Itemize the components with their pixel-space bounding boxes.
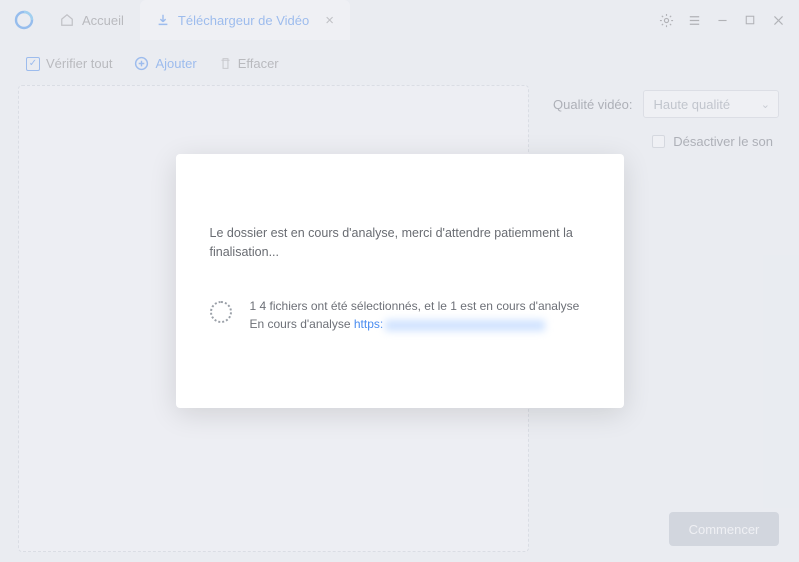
spinner-icon — [210, 301, 232, 323]
modal-overlay: Le dossier est en cours d'analyse, merci… — [0, 0, 799, 562]
modal-body: 1 4 fichiers ont été sélectionnés, et le… — [210, 297, 590, 334]
modal-status-text: 1 4 fichiers ont été sélectionnés, et le… — [250, 297, 580, 316]
analysis-modal: Le dossier est en cours d'analyse, merci… — [176, 154, 624, 408]
redacted-url — [385, 320, 545, 331]
modal-status-block: 1 4 fichiers ont été sélectionnés, et le… — [250, 297, 580, 334]
analyzing-link[interactable]: https: — [354, 317, 383, 331]
modal-analyzing-line: En cours d'analyse https: — [250, 315, 580, 334]
modal-message: Le dossier est en cours d'analyse, merci… — [210, 224, 590, 263]
analyzing-prefix: En cours d'analyse — [250, 317, 354, 331]
